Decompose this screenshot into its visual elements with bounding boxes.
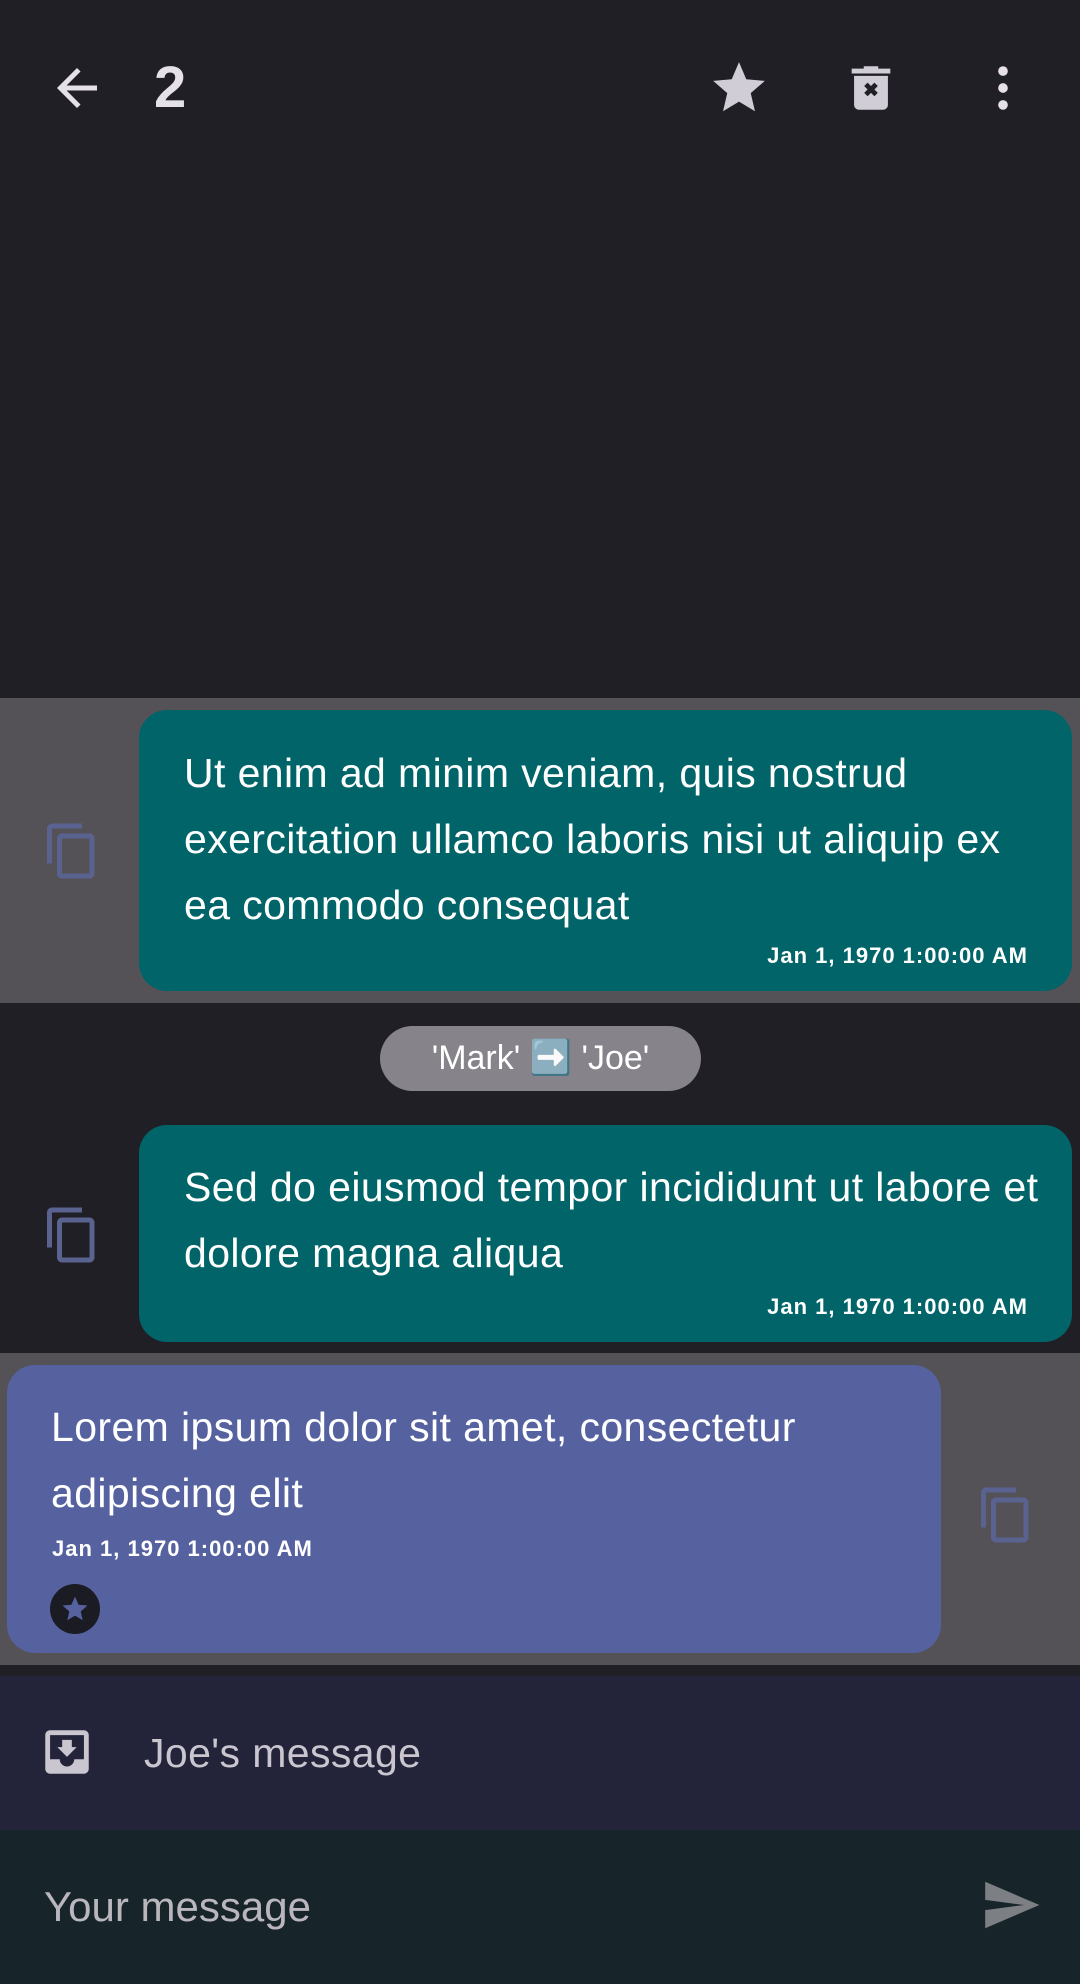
message-row[interactable]: Ut enim ad minim veniam, quis nostrud ex… bbox=[0, 698, 1080, 1003]
sender-bar[interactable]: Joe's message bbox=[0, 1676, 1080, 1830]
inbox-download-icon[interactable] bbox=[38, 1723, 96, 1781]
send-icon[interactable] bbox=[980, 1874, 1046, 1940]
star-icon[interactable] bbox=[695, 44, 783, 132]
delete-icon[interactable] bbox=[827, 44, 915, 132]
message-timestamp: Jan 1, 1970 1:00:00 AM bbox=[767, 1294, 1028, 1319]
name-change-notice: 'Mark' ➡️ 'Joe' bbox=[380, 1026, 701, 1091]
outgoing-message-bubble[interactable]: Sed do eiusmod tempor incididunt ut labo… bbox=[139, 1125, 1072, 1342]
message-input[interactable] bbox=[44, 1874, 944, 1940]
name-change-text: 'Mark' ➡️ 'Joe' bbox=[431, 1039, 650, 1077]
star-icon bbox=[62, 1596, 88, 1621]
chat-screen: 2 Ut enim ad minim veniam, quis nostrud … bbox=[0, 0, 1080, 1984]
back-arrow-icon[interactable] bbox=[33, 44, 121, 132]
copy-icon[interactable] bbox=[42, 821, 102, 881]
starred-badge bbox=[50, 1584, 100, 1634]
message-text: Sed do eiusmod tempor incididunt ut labo… bbox=[184, 1164, 1039, 1276]
message-text: Lorem ipsum dolor sit amet, consectetur … bbox=[51, 1404, 796, 1516]
message-row[interactable]: Sed do eiusmod tempor incididunt ut labo… bbox=[0, 1113, 1080, 1353]
outgoing-message-bubble[interactable]: Ut enim ad minim veniam, quis nostrud ex… bbox=[139, 710, 1072, 991]
message-row[interactable]: Lorem ipsum dolor sit amet, consectetur … bbox=[0, 1353, 1080, 1665]
copy-icon[interactable] bbox=[976, 1485, 1036, 1545]
selection-app-bar: 2 bbox=[0, 0, 1080, 176]
copy-icon[interactable] bbox=[42, 1205, 102, 1265]
sender-label: Joe's message bbox=[144, 1730, 422, 1776]
incoming-message-bubble[interactable]: Lorem ipsum dolor sit amet, consectetur … bbox=[7, 1365, 941, 1653]
selected-count: 2 bbox=[154, 55, 187, 120]
composer-bar bbox=[0, 1830, 1080, 1984]
message-timestamp: Jan 1, 1970 1:00:00 AM bbox=[767, 943, 1028, 968]
message-timestamp: Jan 1, 1970 1:00:00 AM bbox=[52, 1536, 313, 1561]
message-text: Ut enim ad minim veniam, quis nostrud ex… bbox=[184, 750, 1001, 928]
more-vert-icon[interactable] bbox=[959, 44, 1047, 132]
